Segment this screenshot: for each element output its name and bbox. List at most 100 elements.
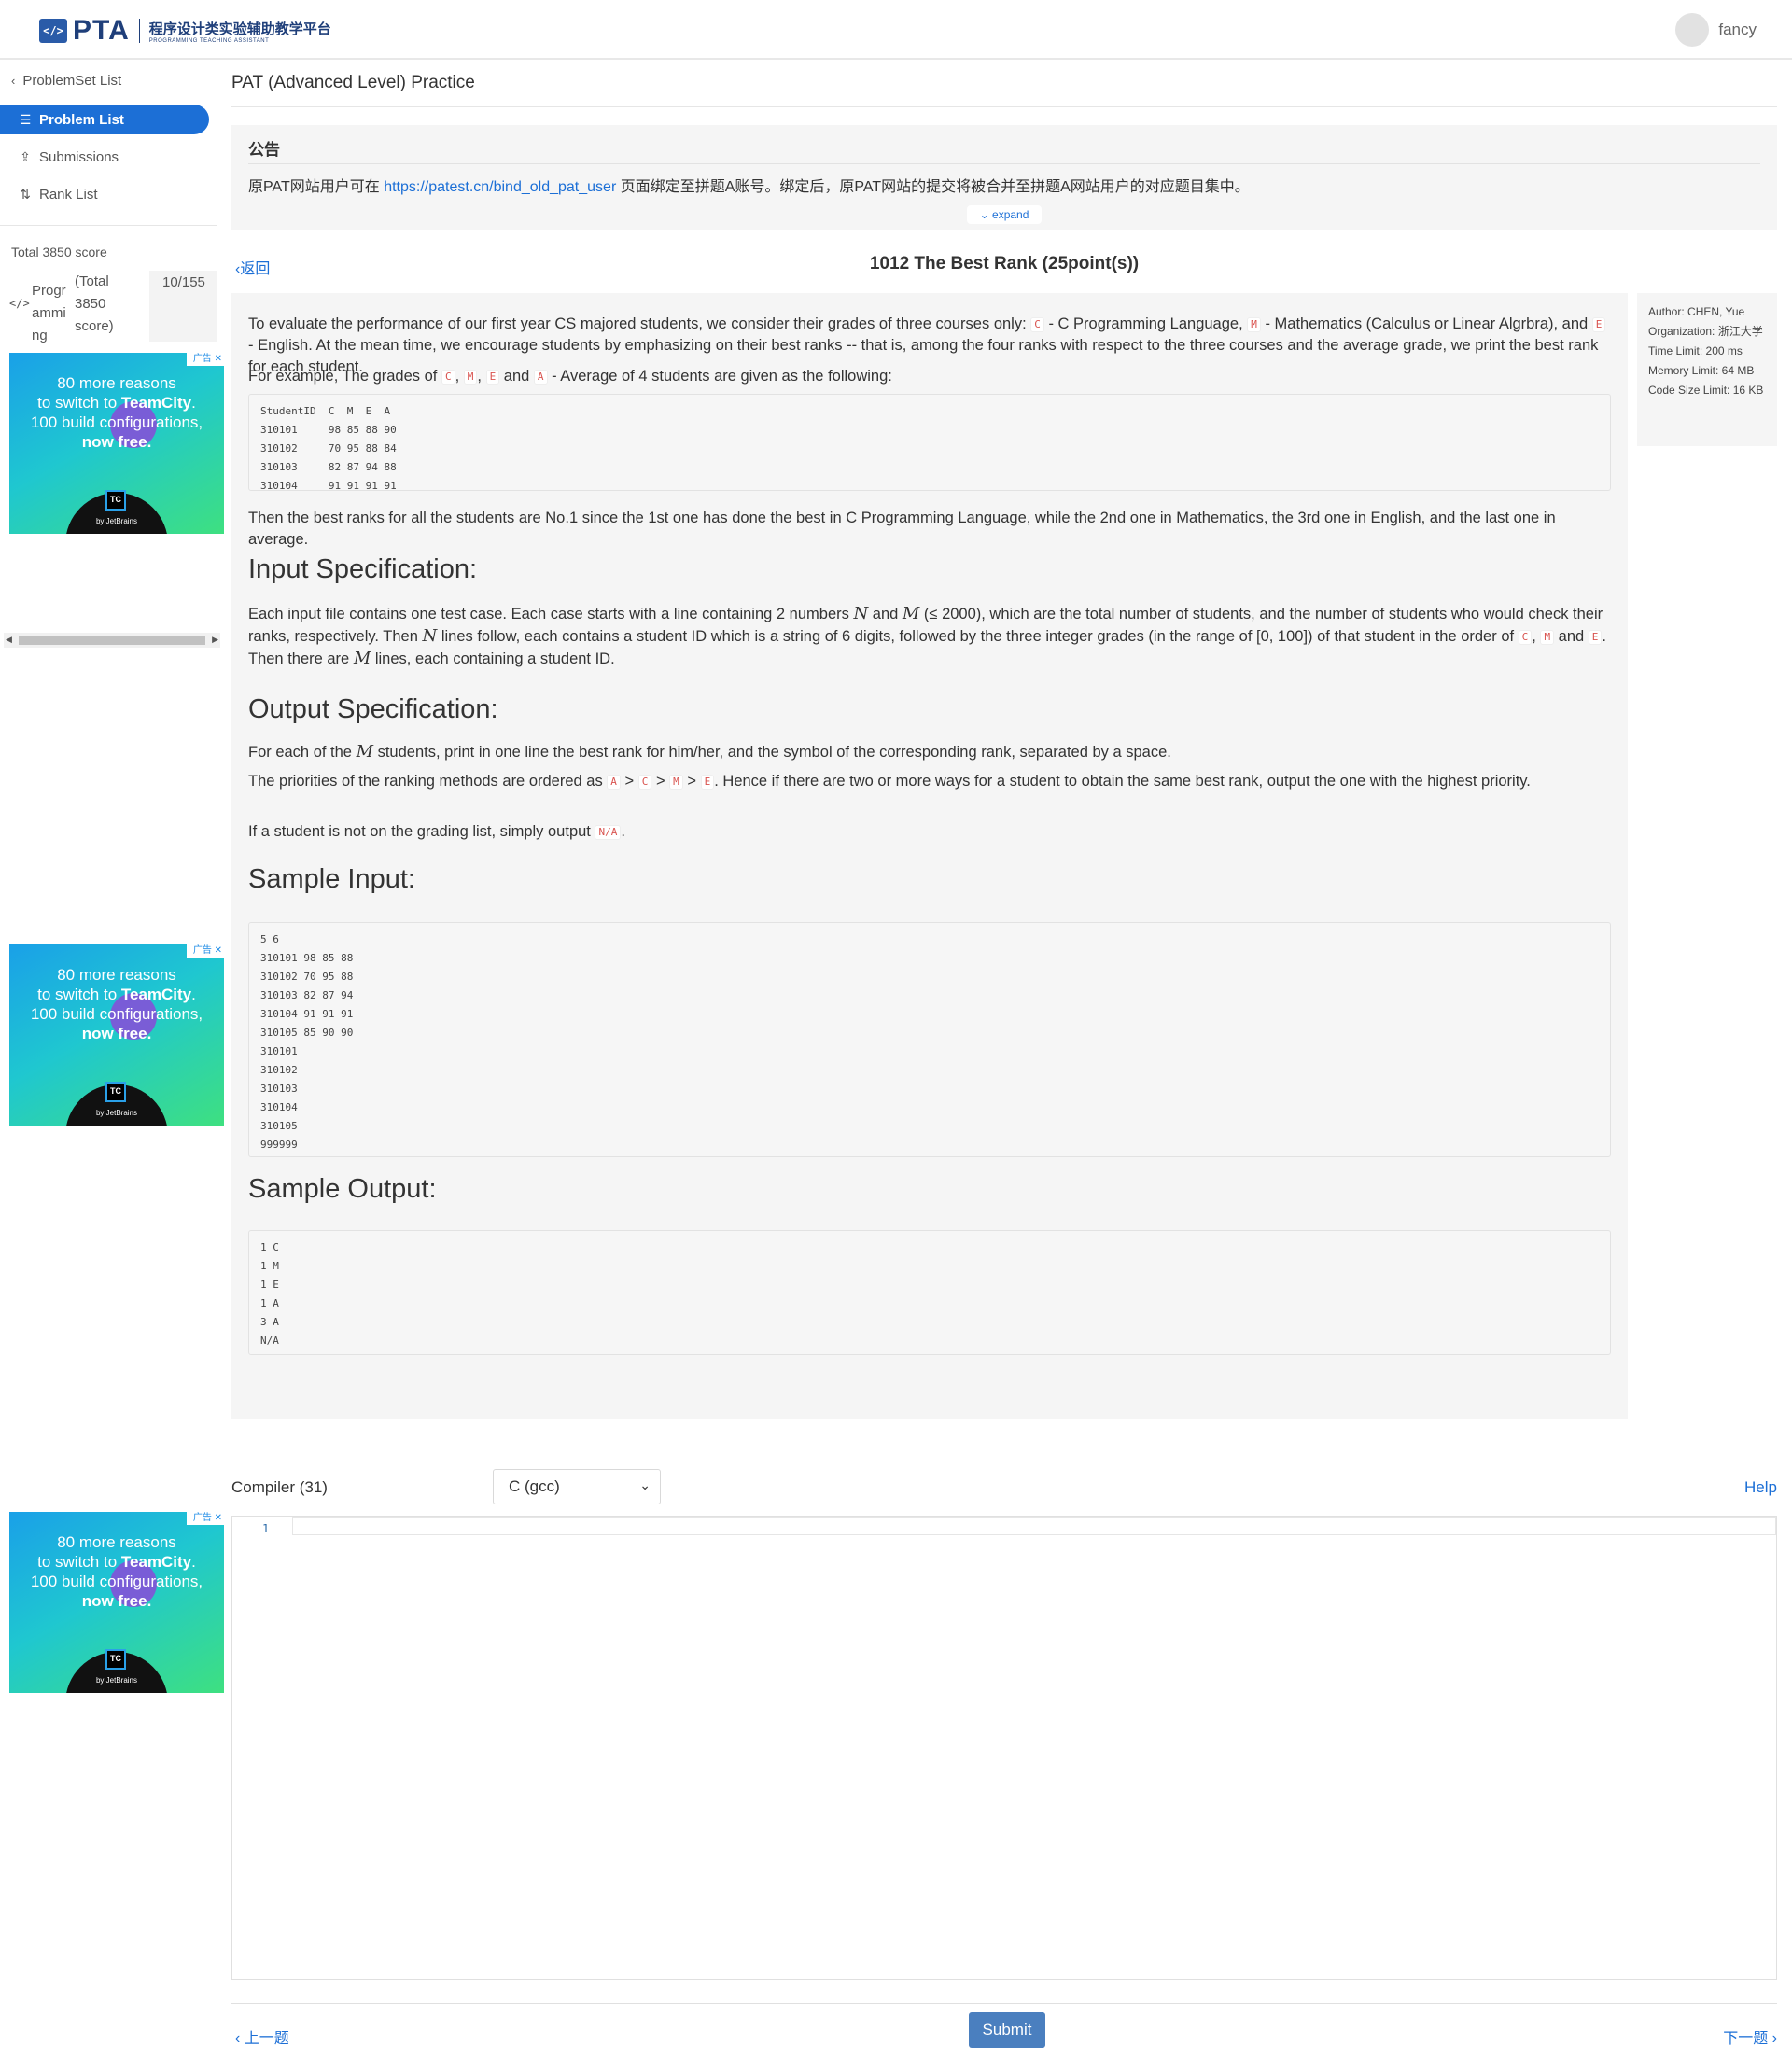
ad-text: 80 more reasons to switch to TeamCity. 1… <box>9 965 224 1043</box>
chevron-right-icon: › <box>1771 2031 1777 2047</box>
ad-close-icon[interactable]: 广告 ✕ <box>187 353 224 366</box>
problem-title: 1012 The Best Rank (25point(s)) <box>869 254 1140 273</box>
teamcity-ad[interactable]: 广告 ✕ 80 more reasons to switch to TeamCi… <box>9 353 224 534</box>
user-menu[interactable]: fancy <box>1675 13 1757 47</box>
announcement: 公告 原PAT网站用户可在 https://patest.cn/bind_old… <box>231 125 1777 230</box>
ad-line: 80 more reasons <box>57 374 176 392</box>
ad-text: 80 more reasons to switch to TeamCity. 1… <box>9 1532 224 1611</box>
ad-by: by JetBrains <box>95 1109 138 1117</box>
sample-input-heading: Sample Input: <box>248 864 415 894</box>
problem-type-name: Programming <box>32 283 66 343</box>
compiler-select[interactable]: C (gcc) ⌄ <box>493 1469 661 1504</box>
problemset-list-label: ProblemSet List <box>22 73 122 89</box>
sidebar-item-problem-list[interactable]: ☰ Problem List <box>0 105 209 134</box>
back-link[interactable]: ‹返回 <box>235 256 270 278</box>
expand-button[interactable]: ⌄ expand <box>967 205 1042 224</box>
problem-type-count: 10/155 <box>149 271 217 342</box>
problem-info-panel: Author: CHEN, Yue Organization: 浙江大学 Tim… <box>1637 293 1777 446</box>
ad-line-2: to switch to TeamCity. <box>37 394 196 412</box>
ad-line: now free. <box>81 433 152 451</box>
output-spec-text: For each of the M students, print in one… <box>248 742 1171 762</box>
sidebar: ‹ ProblemSet List ☰ Problem List ⇪ Submi… <box>0 62 224 2056</box>
announcement-text: 原PAT网站用户可在 https://patest.cn/bind_old_pa… <box>248 179 1250 195</box>
problem-header: 1012 The Best Rank (25point(s)) ‹返回 <box>231 254 1777 282</box>
organization: Organization: 浙江大学 <box>1648 325 1763 338</box>
sample-input-block: 5 6 310101 98 85 88 310102 70 95 88 3101… <box>248 922 1611 1157</box>
page-title: PAT (Advanced Level) Practice <box>231 73 475 92</box>
ad-mark: 广告 <box>192 1513 212 1523</box>
ad-text: 80 more reasons to switch to TeamCity. 1… <box>9 373 224 452</box>
pta-logo[interactable]: </> PTA 程序设计类实验辅助教学平台 PROGRAMMING TEACHI… <box>39 15 331 47</box>
divider <box>231 106 1777 107</box>
output-spec-text: The priorities of the ranking methods ar… <box>248 773 1531 790</box>
ad-line: 80 more reasons <box>57 966 176 984</box>
memory-limit: Memory Limit: 64 MB <box>1648 364 1755 377</box>
problemset-list-link[interactable]: ‹ ProblemSet List <box>11 73 121 89</box>
divider <box>248 163 1760 164</box>
chevron-down-icon: ⌄ <box>639 1477 651 1492</box>
sidebar-item-label: Rank List <box>39 186 98 203</box>
sort-icon: ⇅ <box>20 186 31 202</box>
problem-statement: To evaluate the performance of our first… <box>231 293 1628 1419</box>
code-icon: </> <box>9 297 30 310</box>
chevron-down-icon: ⌄ <box>979 208 989 221</box>
output-spec-text: If a student is not on the grading list,… <box>248 823 625 840</box>
top-navbar: </> PTA 程序设计类实验辅助教学平台 PROGRAMMING TEACHI… <box>0 0 1792 60</box>
ad-line-2: to switch to TeamCity. <box>37 1553 196 1571</box>
ad-by: by JetBrains <box>95 517 138 525</box>
teamcity-ad[interactable]: 广告 ✕ 80 more reasons to switch to TeamCi… <box>9 1512 224 1693</box>
next-problem-link[interactable]: 下一题 › <box>1723 2025 1777 2048</box>
ad-line: 100 build configurations, <box>30 413 203 431</box>
sidebar-divider <box>0 225 217 226</box>
ad-line: now free. <box>81 1025 152 1042</box>
author: Author: CHEN, Yue <box>1648 305 1745 318</box>
teamcity-ad[interactable]: 广告 ✕ 80 more reasons to switch to TeamCi… <box>9 944 224 1126</box>
input-spec-text: Each input file contains one test case. … <box>248 604 1607 668</box>
editor-current-line[interactable] <box>292 1517 1776 1535</box>
problem-description: Then the best ranks for all the students… <box>248 510 1556 548</box>
teamcity-logo-icon: TC <box>105 1649 126 1670</box>
problem-type-total: (Total 3850 score) <box>75 273 114 334</box>
sidebar-item-label: Problem List <box>39 111 124 128</box>
bind-account-link[interactable]: https://patest.cn/bind_old_pat_user <box>384 179 616 195</box>
ad-mark: 广告 <box>192 945 212 956</box>
scroll-right-icon[interactable]: ▶ <box>212 635 218 645</box>
scroll-left-icon[interactable]: ◀ <box>6 635 12 645</box>
ad-mark: 广告 <box>192 354 212 364</box>
output-spec-heading: Output Specification: <box>248 694 498 724</box>
ad-line: 100 build configurations, <box>30 1005 203 1023</box>
previous-problem-link[interactable]: ‹ 上一题 <box>235 2025 289 2048</box>
ad-line: 80 more reasons <box>57 1533 176 1551</box>
ad-close-icon[interactable]: 广告 ✕ <box>187 944 224 958</box>
help-link[interactable]: Help <box>1744 1478 1777 1497</box>
list-icon: ☰ <box>19 111 32 127</box>
compiler-selected-value: C (gcc) <box>509 1477 560 1495</box>
scrollbar-thumb[interactable] <box>19 636 205 645</box>
logo-subtitle-cn: 程序设计类实验辅助教学平台 <box>148 21 331 37</box>
example-table: StudentID C M E A 310101 98 85 88 90 310… <box>248 394 1611 492</box>
editor-gutter <box>232 1517 292 1979</box>
line-number: 1 <box>262 1522 270 1535</box>
username[interactable]: fancy <box>1718 21 1757 39</box>
ad-line-2: to switch to TeamCity. <box>37 986 196 1003</box>
logo-divider <box>138 19 140 43</box>
compiler-row: Compiler (31) C (gcc) ⌄ Help <box>231 1469 1777 1506</box>
problem-type-score-row[interactable]: </> Programming (Total 3850 score) 10/15… <box>7 271 217 343</box>
code-editor[interactable]: 1 <box>231 1516 1777 1980</box>
teamcity-logo-icon: TC <box>105 490 126 511</box>
ad-line: now free. <box>81 1592 152 1610</box>
divider <box>231 2003 1777 2004</box>
ad-by: by JetBrains <box>95 1676 138 1685</box>
sidebar-item-submissions[interactable]: ⇪ Submissions <box>0 142 209 172</box>
logo-subtitle: 程序设计类实验辅助教学平台 PROGRAMMING TEACHING ASSIS… <box>149 19 331 44</box>
horizontal-scrollbar[interactable]: ◀ ▶ <box>4 633 220 648</box>
sidebar-item-label: Submissions <box>39 148 119 165</box>
ad-close-icon[interactable]: 广告 ✕ <box>187 1512 224 1525</box>
submit-button[interactable]: Submit <box>969 2012 1045 2048</box>
avatar[interactable] <box>1675 13 1710 47</box>
chevron-left-icon: ‹ <box>235 2031 241 2047</box>
input-spec-heading: Input Specification: <box>248 554 478 584</box>
logo-subtitle-en: PROGRAMMING TEACHING ASSISTANT <box>148 37 270 44</box>
sidebar-item-rank-list[interactable]: ⇅ Rank List <box>0 179 209 209</box>
total-score: Total 3850 score <box>11 245 107 259</box>
